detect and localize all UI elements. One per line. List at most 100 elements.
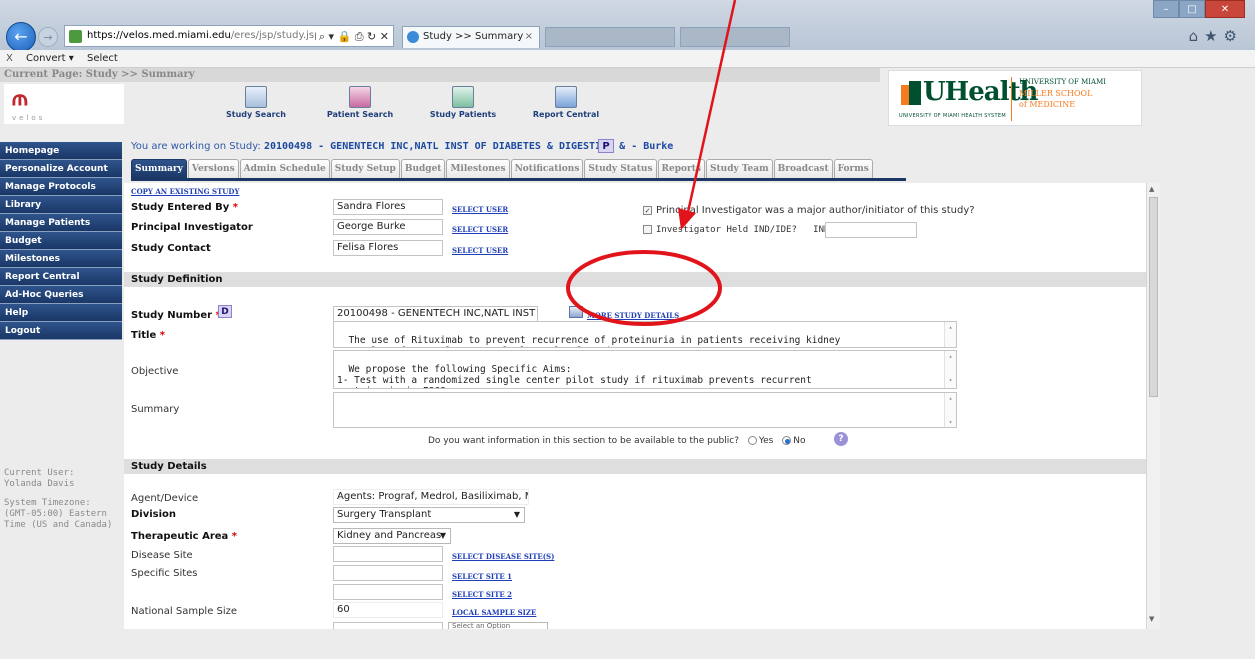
- ind-checkbox[interactable]: [643, 225, 652, 234]
- division-value: Surgery Transplant: [337, 509, 432, 520]
- home-star-gear-icon[interactable]: ⌂★⚙: [1189, 27, 1243, 45]
- nav-budget[interactable]: Budget: [0, 232, 122, 250]
- current-user-label: Current User:: [4, 468, 75, 478]
- report-central-button[interactable]: Report Central: [526, 86, 606, 119]
- address-bar[interactable]: https://velos.med.miami.edu/eres/jsp/stu…: [64, 25, 394, 47]
- therapeutic-area-label-row: Therapeutic Area *: [131, 531, 237, 542]
- uhealth-tagline: UNIVERSITY OF MIAMI HEALTH SYSTEM: [899, 113, 1006, 119]
- back-button[interactable]: ←: [6, 22, 36, 52]
- maximize-button[interactable]: □: [1179, 0, 1205, 18]
- address-controls-icon[interactable]: ⌕ ▾ 🔒 ⎙ ↻ ✕: [315, 27, 389, 46]
- command-bar-close-icon[interactable]: X: [6, 53, 13, 64]
- tab-study-team[interactable]: Study Team: [706, 159, 773, 178]
- required-mark: *: [159, 330, 165, 341]
- nav-help[interactable]: Help: [0, 304, 122, 322]
- minimize-button[interactable]: –: [1153, 0, 1179, 18]
- specific-site-1-field[interactable]: [333, 565, 443, 581]
- patient-search-icon: [349, 86, 371, 108]
- more-details-icon[interactable]: [569, 306, 583, 318]
- study-search-button[interactable]: Study Search: [216, 86, 296, 119]
- study-number-d-badge[interactable]: D: [218, 305, 232, 318]
- tab-forms[interactable]: Forms: [833, 159, 873, 178]
- select-disease-site-link[interactable]: SELECT DISEASE SITE(S): [452, 552, 554, 561]
- title-textarea[interactable]: The use of Rituximab to prevent recurren…: [333, 321, 957, 348]
- study-entered-by-label: Study Entered By *: [131, 202, 238, 213]
- select-user-contact-link[interactable]: SELECT USER: [452, 246, 508, 255]
- public-yes-radio[interactable]: [747, 436, 757, 445]
- agent-device-label: Agent/Device: [131, 493, 199, 504]
- scroll-up-icon[interactable]: ▲: [1149, 185, 1154, 193]
- summary-textarea-scroll[interactable]: ▴ ▾: [944, 393, 956, 427]
- nav-library[interactable]: Library: [0, 196, 122, 214]
- forward-button[interactable]: →: [38, 27, 58, 47]
- copy-existing-study-link[interactable]: COPY AN EXISTING STUDY: [131, 187, 239, 196]
- ind-label: Investigator Held IND/IDE?: [656, 225, 797, 235]
- principal-investigator-field[interactable]: George Burke: [333, 219, 443, 235]
- public-no-radio[interactable]: [782, 436, 792, 445]
- select-site-1-link[interactable]: SELECT SITE 1: [452, 572, 512, 581]
- study-number-label: Study Number: [131, 310, 213, 321]
- select-user-pi-link[interactable]: SELECT USER: [452, 225, 508, 234]
- tab-close-icon[interactable]: ×: [525, 27, 533, 47]
- form-scrollbar[interactable]: ▲ ▼: [1146, 183, 1160, 629]
- browser-tab-active[interactable]: Study >> Summary ×: [402, 26, 540, 48]
- study-patients-button[interactable]: Study Patients: [423, 86, 503, 119]
- tab-broadcast[interactable]: Broadcast: [773, 159, 833, 178]
- pi-author-row: ✓ Principal Investigator was a major auth…: [643, 205, 975, 216]
- browser-tab-blurred[interactable]: [680, 27, 790, 47]
- objective-textarea[interactable]: We propose the following Specific Aims: …: [333, 350, 957, 389]
- more-study-details-link[interactable]: MORE STUDY DETAILS: [587, 311, 679, 320]
- required-mark: *: [231, 531, 237, 542]
- local-sample-size-link[interactable]: LOCAL SAMPLE SIZE: [452, 608, 536, 617]
- tab-study-setup[interactable]: Study Setup: [330, 159, 400, 178]
- nav-manage-patients[interactable]: Manage Patients: [0, 214, 122, 232]
- national-sample-size-field[interactable]: 60: [333, 602, 443, 618]
- select-user-entered-by-link[interactable]: SELECT USER: [452, 205, 508, 214]
- select-site-2-link[interactable]: SELECT SITE 2: [452, 590, 512, 599]
- patient-search-button[interactable]: Patient Search: [320, 86, 400, 119]
- therapeutic-area-select[interactable]: Kidney and Pancreas ▼: [333, 528, 451, 544]
- nav-manage-protocols[interactable]: Manage Protocols: [0, 178, 122, 196]
- tab-study-status[interactable]: Study Status: [584, 159, 657, 178]
- close-window-button[interactable]: ✕: [1205, 0, 1245, 18]
- study-entered-by-field[interactable]: Sandra Flores: [333, 199, 443, 215]
- study-search-icon: [245, 86, 267, 108]
- tab-notifications[interactable]: Notifications: [510, 159, 584, 178]
- tab-summary[interactable]: Summary: [131, 159, 187, 178]
- title-textarea-scroll[interactable]: ▴ ▾: [944, 322, 956, 347]
- print-badge-button[interactable]: P: [598, 139, 614, 153]
- title-label-row: Title *: [131, 330, 165, 341]
- browser-tab-blurred[interactable]: [545, 27, 675, 47]
- specific-site-2-field[interactable]: [333, 584, 443, 600]
- nav-ad-hoc-queries[interactable]: Ad-Hoc Queries: [0, 286, 122, 304]
- tab-admin-schedule[interactable]: Admin Schedule: [239, 159, 330, 178]
- tab-milestones[interactable]: Milestones: [446, 159, 510, 178]
- summary-textarea[interactable]: ▴ ▾: [333, 392, 957, 428]
- convert-menu[interactable]: Convert ▾: [26, 53, 74, 64]
- public-no-label: No: [793, 436, 806, 446]
- therapeutic-area-label: Therapeutic Area: [131, 531, 229, 542]
- division-select[interactable]: Surgery Transplant ▼: [333, 507, 525, 523]
- study-details-heading: Study Details: [124, 459, 1146, 474]
- tab-versions[interactable]: Versions: [187, 159, 239, 178]
- ind-number-field[interactable]: [825, 222, 917, 238]
- uhealth-logo: UHealth UNIVERSITY OF MIAMI HEALTH SYSTE…: [888, 70, 1142, 126]
- help-icon[interactable]: ?: [834, 432, 848, 446]
- study-number-field[interactable]: 20100498 - GENENTECH INC,NATL INST O: [333, 306, 538, 322]
- study-contact-field[interactable]: Felisa Flores: [333, 240, 443, 256]
- agent-device-field[interactable]: Agents: Prograf, Medrol, Basiliximab, My…: [333, 489, 529, 505]
- objective-textarea-scroll[interactable]: ▴ ▾: [944, 351, 956, 388]
- nav-homepage[interactable]: Homepage: [0, 142, 122, 160]
- pi-author-checkbox[interactable]: ✓: [643, 205, 652, 215]
- velos-logo: ⫙ velos: [4, 84, 124, 124]
- scroll-thumb[interactable]: [1149, 197, 1158, 397]
- disease-site-field[interactable]: [333, 546, 443, 562]
- nav-report-central[interactable]: Report Central: [0, 268, 122, 286]
- select-menu[interactable]: Select: [87, 53, 118, 64]
- nav-logout[interactable]: Logout: [0, 322, 122, 340]
- tab-reports[interactable]: Reports: [657, 159, 706, 178]
- nav-personalize-account[interactable]: Personalize Account: [0, 160, 122, 178]
- scroll-down-icon[interactable]: ▼: [1149, 615, 1154, 623]
- tab-budget[interactable]: Budget: [400, 159, 446, 178]
- nav-milestones[interactable]: Milestones: [0, 250, 122, 268]
